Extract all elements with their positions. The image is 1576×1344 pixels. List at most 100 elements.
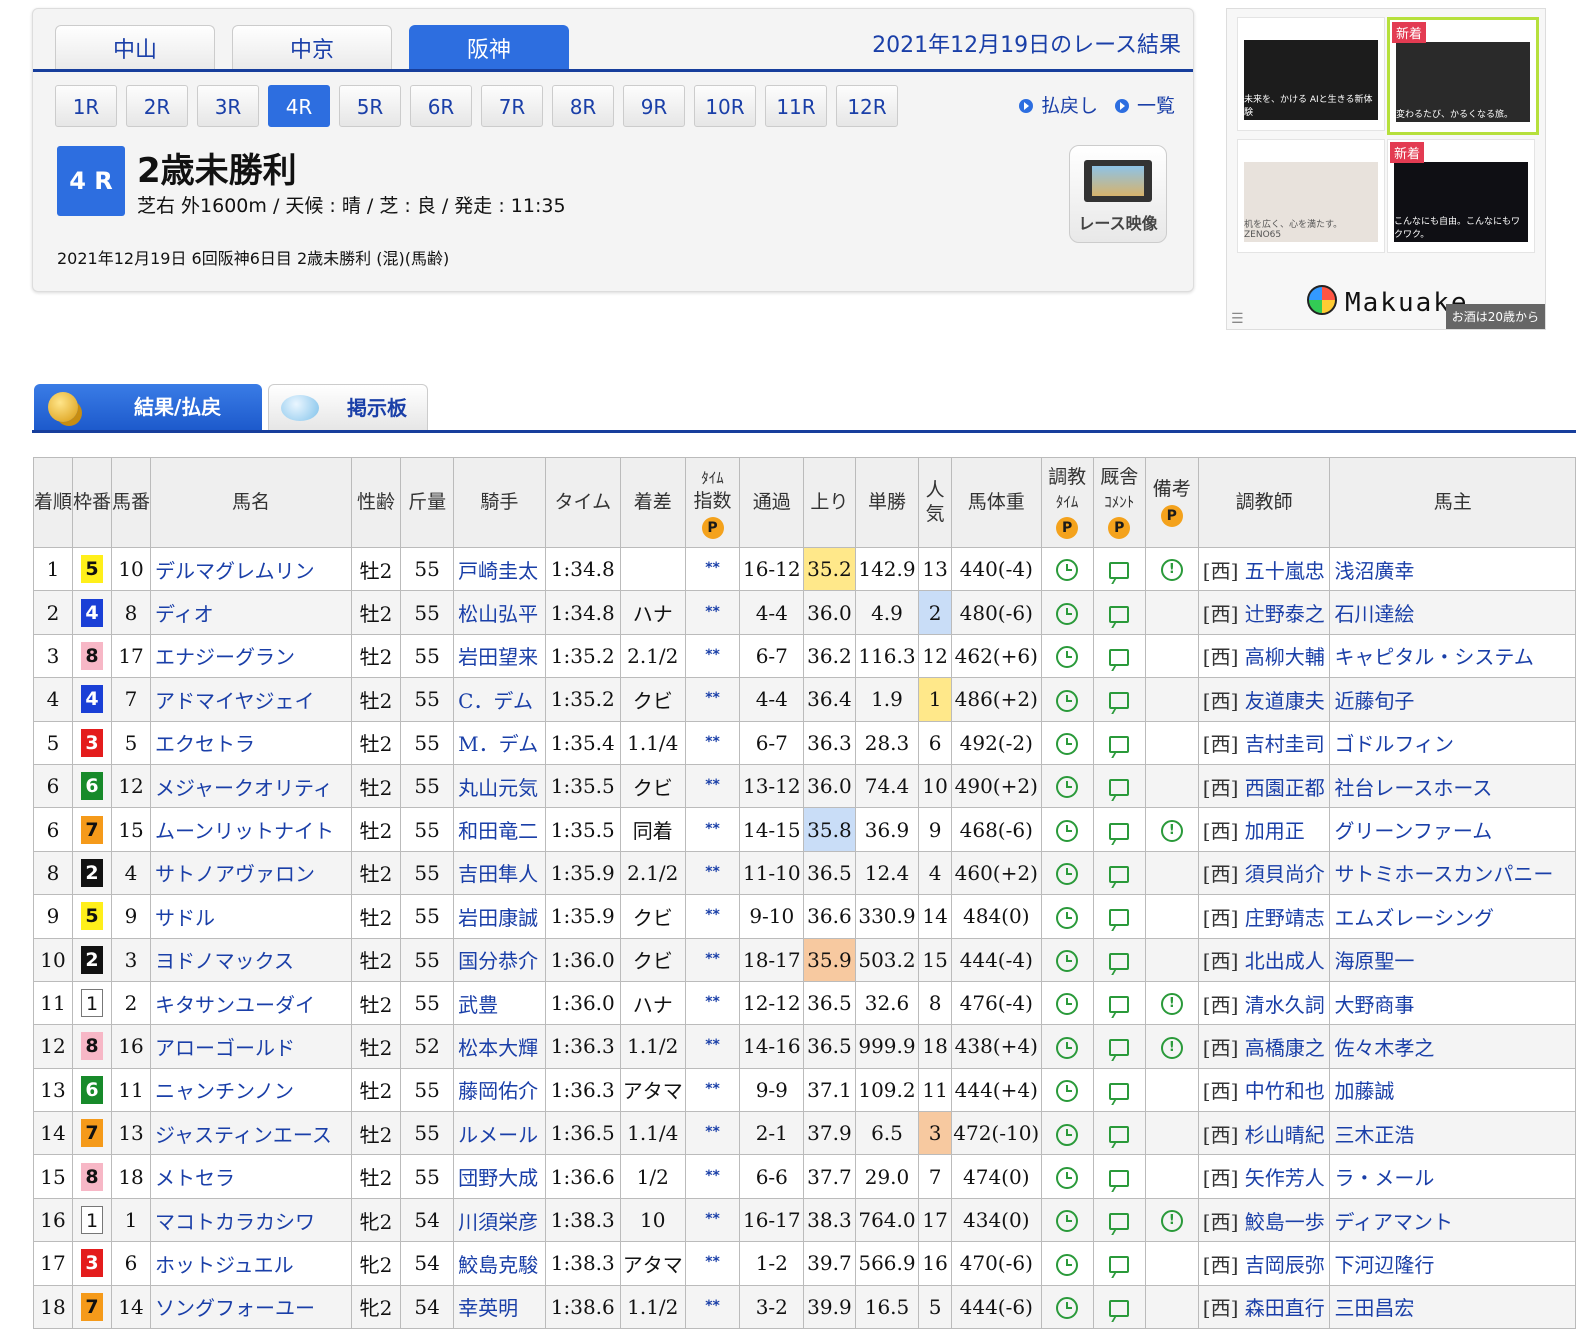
exclamation-icon[interactable]: ! (1160, 559, 1183, 582)
venue-tab[interactable]: 中京 (232, 25, 392, 71)
horse-link[interactable]: ホットジュエル (155, 1253, 294, 1277)
time-index-stars[interactable]: ** (705, 951, 720, 967)
list-link[interactable]: 一覧 (1115, 91, 1175, 118)
ad-tile[interactable]: こんなにも自由。こんなにもワクワク。 新着 (1387, 139, 1535, 253)
jockey-link[interactable]: 吉田隼人 (458, 862, 538, 886)
jockey-link[interactable]: 国分恭介 (458, 949, 538, 973)
comment-icon[interactable] (1109, 562, 1130, 580)
time-index-stars[interactable]: ** (705, 734, 720, 750)
race-button[interactable]: 5R (339, 85, 401, 127)
clock-icon[interactable] (1056, 993, 1079, 1016)
trainer-link[interactable]: 五十嵐忠 (1245, 559, 1325, 583)
horse-link[interactable]: キタサンユーダイ (155, 993, 315, 1017)
owner-link[interactable]: 佐々木孝之 (1334, 1036, 1434, 1060)
jockey-link[interactable]: 戸崎圭太 (458, 559, 538, 583)
jockey-link[interactable]: ルメール (458, 1123, 538, 1147)
comment-icon[interactable] (1109, 909, 1130, 927)
ad-menu-icon[interactable]: ☰ (1231, 311, 1244, 327)
venue-tab[interactable]: 阪神 (409, 25, 569, 71)
trainer-link[interactable]: 清水久詞 (1245, 993, 1325, 1017)
clock-icon[interactable] (1056, 1080, 1079, 1103)
horse-link[interactable]: ムーンリットナイト (155, 819, 334, 843)
trainer-link[interactable]: 杉山晴紀 (1245, 1123, 1325, 1147)
horse-link[interactable]: サドル (155, 906, 215, 930)
comment-icon[interactable] (1109, 822, 1130, 840)
owner-link[interactable]: 三木正浩 (1334, 1123, 1414, 1147)
race-button[interactable]: 6R (410, 85, 472, 127)
time-index-stars[interactable]: ** (705, 777, 720, 793)
clock-icon[interactable] (1056, 1253, 1079, 1276)
comment-icon[interactable] (1109, 735, 1130, 753)
comment-icon[interactable] (1109, 996, 1130, 1014)
race-button[interactable]: 12R (836, 85, 898, 127)
comment-icon[interactable] (1109, 605, 1130, 623)
comment-icon[interactable] (1109, 1082, 1130, 1100)
owner-link[interactable]: ラ・メール (1334, 1166, 1434, 1190)
trainer-link[interactable]: 辻野泰之 (1245, 602, 1325, 626)
owner-link[interactable]: 大野商事 (1334, 993, 1414, 1017)
horse-link[interactable]: メトセラ (155, 1166, 235, 1190)
owner-link[interactable]: 浅沼廣幸 (1334, 559, 1414, 583)
venue-tab[interactable]: 中山 (55, 25, 215, 71)
horse-link[interactable]: エクセトラ (155, 732, 255, 756)
exclamation-icon[interactable]: ! (1160, 819, 1183, 842)
comment-icon[interactable] (1109, 1169, 1130, 1187)
race-video-button[interactable]: レース映像 (1069, 145, 1167, 243)
clock-icon[interactable] (1056, 689, 1079, 712)
horse-link[interactable]: アローゴールド (155, 1036, 295, 1060)
jockey-link[interactable]: 岩田康誠 (458, 906, 538, 930)
time-index-stars[interactable]: ** (705, 1124, 720, 1140)
jockey-link[interactable]: 松山弘平 (458, 602, 538, 626)
clock-icon[interactable] (1056, 1210, 1079, 1233)
race-button[interactable]: 1R (55, 85, 117, 127)
race-button[interactable]: 2R (126, 85, 188, 127)
exclamation-icon[interactable]: ! (1160, 993, 1183, 1016)
race-button[interactable]: 7R (481, 85, 543, 127)
time-index-stars[interactable]: ** (705, 821, 720, 837)
race-button[interactable]: 8R (552, 85, 614, 127)
owner-link[interactable]: 下河辺隆行 (1334, 1253, 1434, 1277)
ad-tile[interactable]: 未来を、かける AIと生きる新体験 (1237, 17, 1385, 131)
clock-icon[interactable] (1056, 1166, 1079, 1189)
trainer-link[interactable]: 北出成人 (1245, 949, 1325, 973)
jockey-link[interactable]: 団野大成 (458, 1166, 538, 1190)
clock-icon[interactable] (1056, 602, 1079, 625)
comment-icon[interactable] (1109, 1213, 1130, 1231)
comment-icon[interactable] (1109, 952, 1130, 970)
jockey-link[interactable]: 武豊 (458, 993, 498, 1017)
owner-link[interactable]: サトミホースカンパニー (1334, 862, 1553, 886)
comment-icon[interactable] (1109, 648, 1130, 666)
jockey-link[interactable]: C．デム (458, 689, 533, 713)
jockey-link[interactable]: 丸山元気 (458, 776, 538, 800)
horse-link[interactable]: デルマグレムリン (155, 559, 315, 583)
horse-link[interactable]: ソングフォーユー (155, 1296, 315, 1320)
horse-link[interactable]: ヨドノマックス (155, 949, 294, 973)
jockey-link[interactable]: 川須栄彦 (458, 1210, 538, 1234)
time-index-stars[interactable]: ** (705, 604, 720, 620)
clock-icon[interactable] (1056, 949, 1079, 972)
owner-link[interactable]: キャピタル・システム (1334, 645, 1533, 669)
exclamation-icon[interactable]: ! (1160, 1036, 1183, 1059)
jockey-link[interactable]: 藤岡佑介 (458, 1079, 538, 1103)
trainer-link[interactable]: 鮫島一歩 (1245, 1210, 1325, 1234)
trainer-link[interactable]: 吉岡辰弥 (1245, 1253, 1325, 1277)
horse-link[interactable]: サトノアヴァロン (155, 862, 315, 886)
time-index-stars[interactable]: ** (705, 1081, 720, 1097)
time-index-stars[interactable]: ** (705, 690, 720, 706)
time-index-stars[interactable]: ** (705, 1254, 720, 1270)
horse-link[interactable]: エナジーグラン (155, 645, 295, 669)
owner-link[interactable]: 石川達絵 (1334, 602, 1414, 626)
time-index-stars[interactable]: ** (705, 560, 720, 576)
owner-link[interactable]: 近藤旬子 (1334, 689, 1414, 713)
horse-link[interactable]: アドマイヤジェイ (155, 689, 314, 713)
trainer-link[interactable]: 森田直行 (1245, 1296, 1325, 1320)
race-button[interactable]: 11R (765, 85, 827, 127)
trainer-link[interactable]: 高橋康之 (1245, 1036, 1325, 1060)
race-button[interactable]: 9R (623, 85, 685, 127)
owner-link[interactable]: グリーンファーム (1334, 819, 1492, 843)
clock-icon[interactable] (1056, 906, 1079, 929)
owner-link[interactable]: 三田昌宏 (1334, 1296, 1414, 1320)
comment-icon[interactable] (1109, 692, 1130, 710)
clock-icon[interactable] (1056, 776, 1079, 799)
clock-icon[interactable] (1056, 1297, 1079, 1320)
